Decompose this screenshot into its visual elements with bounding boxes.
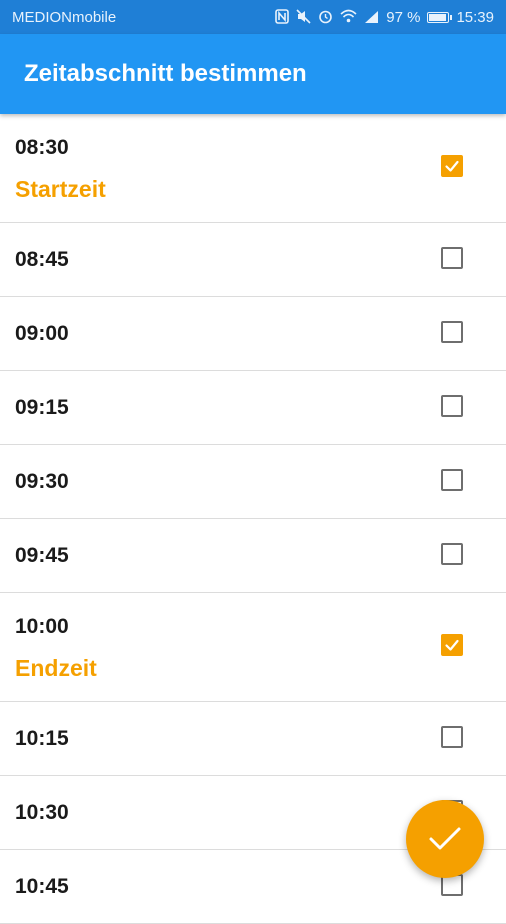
time-slot-time: 09:00: [15, 322, 69, 345]
time-slot-role-label: Startzeit: [15, 176, 106, 202]
time-slot-row[interactable]: 08:30 Startzeit: [0, 114, 506, 223]
time-slot-checkbox[interactable]: [441, 469, 463, 491]
check-icon: [429, 827, 461, 850]
time-slot-time: 08:45: [15, 248, 69, 271]
time-slot-checkbox[interactable]: [441, 395, 463, 417]
time-slot-row[interactable]: 08:45: [0, 223, 506, 297]
time-slot-time: 09:15: [15, 396, 69, 419]
clock: 15:39: [456, 8, 494, 26]
time-slot-time: 10:00: [15, 615, 69, 638]
time-slot-time: 10:45: [15, 875, 69, 898]
mute-icon: [296, 8, 311, 26]
time-slot-row[interactable]: 09:30: [0, 445, 506, 519]
nfc-icon: [275, 8, 290, 26]
time-slot-row[interactable]: 09:00: [0, 297, 506, 371]
time-slot-checkbox[interactable]: [441, 247, 463, 269]
page-title: Zeitabschnitt bestimmen: [24, 60, 307, 87]
app-bar: Zeitabschnitt bestimmen: [0, 34, 506, 114]
time-slot-time: 09:30: [15, 470, 69, 493]
battery-percent: 97 %: [386, 8, 421, 26]
check-icon: [445, 160, 459, 172]
check-icon: [445, 639, 459, 651]
time-slot-row[interactable]: 09:15: [0, 371, 506, 445]
time-slot-time: 08:30: [15, 136, 69, 159]
status-icons: 97 % 15:39: [275, 9, 494, 26]
battery-icon: [427, 11, 453, 23]
carrier-name: MEDIONmobile: [12, 8, 117, 26]
time-slot-checkbox[interactable]: [441, 726, 463, 748]
status-bar: MEDIONmobile 97 % 15:39: [0, 0, 506, 34]
time-slot-checkbox[interactable]: [441, 543, 463, 565]
time-slot-row[interactable]: 10:00 Endzeit: [0, 593, 506, 702]
time-slot-checkbox[interactable]: [441, 634, 463, 656]
signal-icon: [364, 10, 379, 25]
time-slot-time: 10:15: [15, 727, 69, 750]
time-slot-checkbox[interactable]: [441, 321, 463, 343]
time-slot-time: 09:45: [15, 544, 69, 567]
time-slot-role-label: Endzeit: [15, 655, 97, 681]
time-slot-time: 10:30: [15, 801, 69, 824]
alarm-icon: [318, 9, 333, 26]
time-slot-row[interactable]: 10:15: [0, 702, 506, 776]
wifi-icon: [340, 9, 357, 25]
time-slot-checkbox[interactable]: [441, 155, 463, 177]
time-slot-row[interactable]: 09:45: [0, 519, 506, 593]
confirm-button[interactable]: [406, 800, 484, 878]
